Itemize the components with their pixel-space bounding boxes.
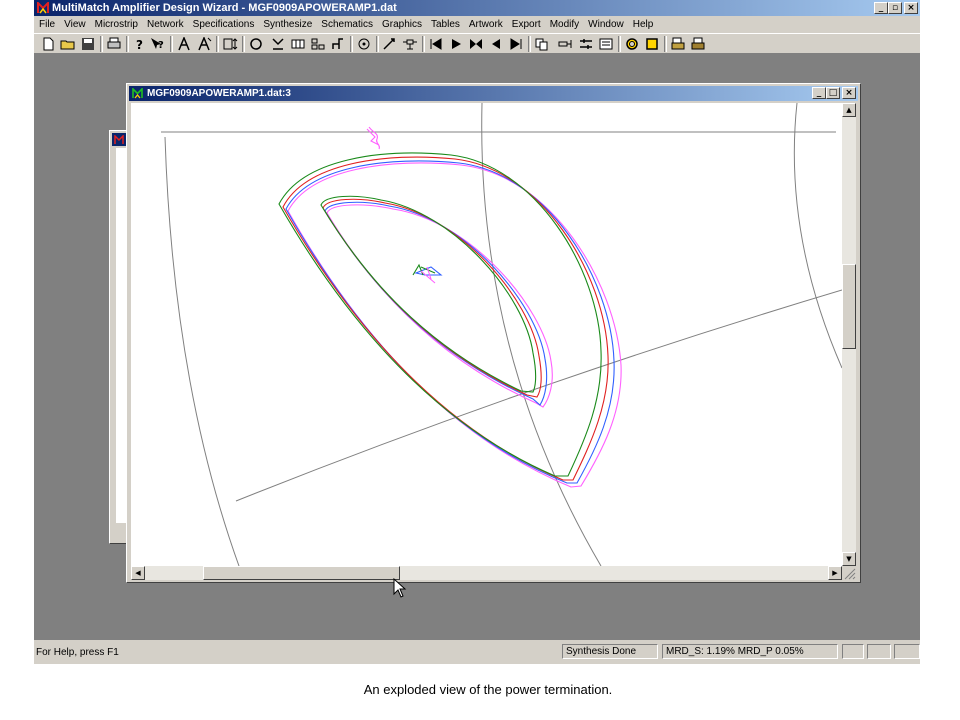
menu-view[interactable]: View [59, 16, 90, 33]
mouse-pointer-icon [393, 578, 407, 598]
square-icon[interactable] [644, 37, 660, 51]
child-minimize-button[interactable]: _ [812, 87, 826, 99]
app-title: MultiMatch Amplifier Design Wizard - MGF… [52, 2, 397, 14]
frame-icon[interactable] [222, 37, 238, 51]
status-panel-empty-3 [894, 644, 920, 659]
amplifier-a-icon[interactable] [176, 37, 192, 51]
status-mrd: MRD_S: 1.19% MRD_P 0.05% [662, 644, 838, 659]
child-window-titlebar: MGF0909APOWERAMP1.dat:3 _ □ × [129, 86, 858, 101]
scroll-right-button[interactable]: ▶ [828, 566, 842, 580]
menu-help[interactable]: Help [628, 16, 658, 33]
bowtie-icon[interactable] [468, 37, 484, 51]
ring-icon[interactable] [624, 37, 640, 51]
list-icon[interactable] [598, 37, 614, 51]
child-window-logo-icon [114, 135, 124, 144]
smith-chart-window[interactable]: MGF0909APOWERAMP1.dat:3 _ □ × ▲ ▼ ◀ ▶ [126, 83, 861, 583]
child-close-button[interactable]: × [842, 87, 856, 99]
amplifier-a2-icon[interactable] [196, 37, 212, 51]
resize-grip-icon[interactable] [842, 566, 856, 580]
app-window-buttons: _ ▫ × [874, 2, 918, 15]
network-icon[interactable] [310, 37, 326, 51]
scroll-up-button[interactable]: ▲ [842, 103, 856, 117]
child-window-buttons: _ □ × [812, 87, 856, 100]
child-window-title: MGF0909APOWERAMP1.dat:3 [147, 88, 291, 99]
toolbar: ? ? [34, 33, 920, 54]
app-minimize-button[interactable]: _ [874, 2, 888, 14]
probe-icon[interactable] [558, 37, 574, 51]
svg-text:?: ? [158, 40, 164, 51]
app-titlebar: MultiMatch Amplifier Design Wizard - MGF… [34, 0, 920, 16]
marker-icon[interactable] [270, 37, 286, 51]
back-icon[interactable] [488, 37, 504, 51]
component-icon[interactable] [402, 37, 418, 51]
branch-icon[interactable] [330, 37, 346, 51]
vertical-scrollbar[interactable]: ▲ ▼ [842, 103, 856, 566]
menu-modify[interactable]: Modify [545, 16, 583, 33]
tune-icon[interactable] [382, 37, 398, 51]
status-panel-empty-1 [842, 644, 864, 659]
stack-icon[interactable] [670, 37, 686, 51]
inner-contour-red [322, 198, 542, 398]
menu-bar: File View Microstrip Network Specificati… [34, 16, 920, 33]
help-icon[interactable]: ? [132, 37, 148, 51]
desktop-screen: MultiMatch Amplifier Design Wizard - MGF… [34, 0, 920, 664]
scroll-down-button[interactable]: ▼ [842, 552, 856, 566]
menu-export[interactable]: Export [507, 16, 545, 33]
box-icon[interactable] [290, 37, 306, 51]
new-file-icon[interactable] [40, 37, 56, 51]
play-icon[interactable] [448, 37, 464, 51]
menu-tables[interactable]: Tables [426, 16, 464, 33]
smith-chart-plot [161, 103, 842, 566]
chart-grid-arc [164, 136, 240, 566]
status-bar: For Help, press F1 Synthesis Done MRD_S:… [34, 640, 920, 664]
vertical-scroll-thumb[interactable] [842, 264, 856, 349]
horizontal-scrollbar[interactable]: ◀ ▶ [131, 566, 842, 580]
chart-grid-arc [793, 103, 842, 369]
menu-microstrip[interactable]: Microstrip [90, 16, 142, 33]
multimatch-logo-icon [37, 2, 49, 14]
chart-grid-arc [481, 103, 602, 566]
outer-contour-magenta [287, 162, 622, 488]
open-folder-icon[interactable] [60, 37, 76, 51]
target-icon[interactable] [356, 37, 372, 51]
horizontal-scroll-thumb[interactable] [203, 566, 401, 580]
status-panel-empty-2 [867, 644, 891, 659]
settings-icon[interactable] [578, 37, 594, 51]
app-restore-button[interactable]: ▫ [888, 2, 902, 14]
copy-icon[interactable] [534, 37, 550, 51]
last-icon[interactable] [508, 37, 524, 51]
menu-network[interactable]: Network [142, 16, 188, 33]
smith-chart-canvas[interactable] [131, 103, 842, 566]
status-help-text: For Help, press F1 [36, 647, 119, 658]
scroll-left-button[interactable]: ◀ [131, 566, 145, 580]
inner-contour-magenta [326, 204, 553, 408]
first-icon[interactable] [428, 37, 444, 51]
menu-specifications[interactable]: Specifications [188, 16, 259, 33]
child-restore-button[interactable]: □ [826, 87, 840, 99]
context-help-icon[interactable]: ? [150, 37, 166, 51]
circle-icon[interactable] [248, 37, 264, 51]
menu-artwork[interactable]: Artwork [464, 16, 507, 33]
print-icon[interactable] [106, 37, 122, 51]
save-icon[interactable] [80, 37, 96, 51]
menu-synthesize[interactable]: Synthesize [258, 16, 316, 33]
print-stack-icon[interactable] [690, 37, 706, 51]
menu-file[interactable]: File [34, 16, 59, 33]
status-synthesis: Synthesis Done [562, 644, 658, 659]
child-window-logo-icon [132, 88, 143, 99]
figure-caption: An exploded view of the power terminatio… [363, 682, 613, 697]
menu-window[interactable]: Window [583, 16, 628, 33]
inner-contour-blue [324, 201, 548, 406]
outer-contour-green [278, 152, 602, 477]
app-close-button[interactable]: × [904, 2, 918, 14]
menu-graphics[interactable]: Graphics [377, 16, 426, 33]
svg-text:?: ? [136, 38, 143, 51]
outer-contour-blue [285, 160, 615, 484]
inner-contour-green [320, 195, 537, 393]
menu-schematics[interactable]: Schematics [316, 16, 377, 33]
mdi-workspace: MGF0909APOWERAMP1.dat:3 _ □ × ▲ ▼ ◀ ▶ [34, 54, 920, 640]
